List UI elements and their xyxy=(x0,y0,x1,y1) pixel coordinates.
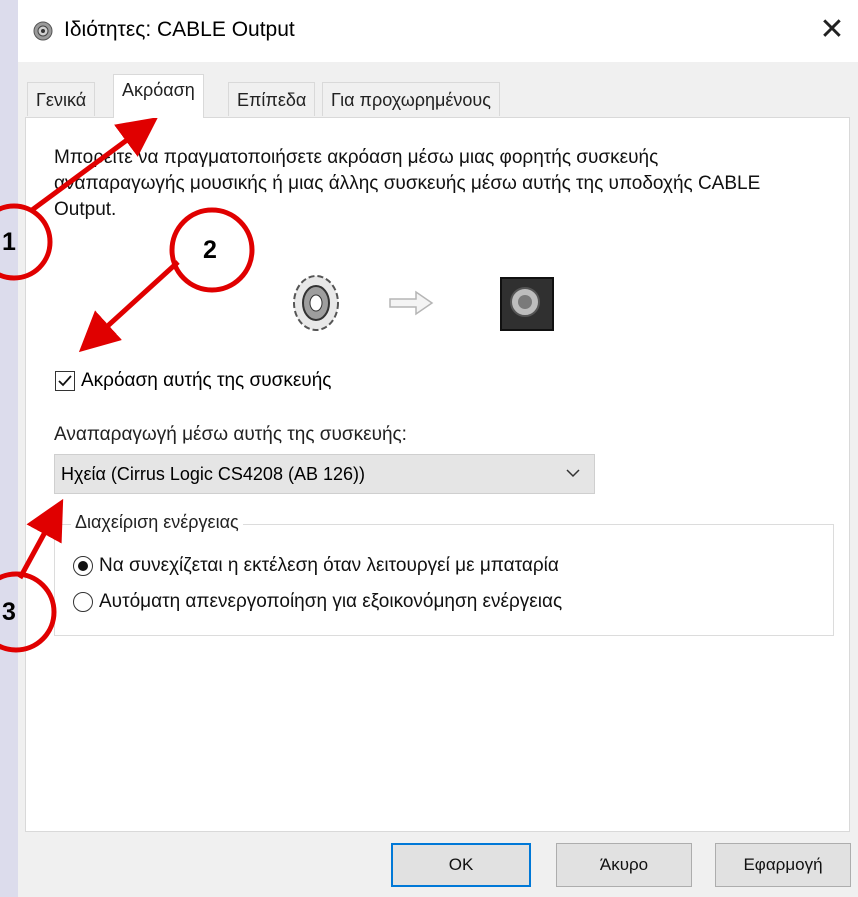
chevron-down-icon xyxy=(566,469,580,478)
checkbox-checked-icon xyxy=(55,371,75,391)
speaker-icon xyxy=(500,277,554,331)
tab-general[interactable]: Γενικά xyxy=(27,82,96,116)
radio-keep-running-label: Να συνεχίζεται η εκτέλεση όταν λειτουργε… xyxy=(99,555,559,576)
listen-checkbox[interactable]: Ακρόαση αυτής της συσκευής xyxy=(55,370,331,392)
radio-auto-disable[interactable]: Αυτόματη απενεργοποίηση για εξοικονόμηση… xyxy=(73,591,562,613)
tab-levels[interactable]: Επίπεδα xyxy=(228,82,316,116)
listen-checkbox-label: Ακρόαση αυτής της συσκευής xyxy=(81,370,332,391)
radio-selected-icon xyxy=(73,556,93,576)
tab-advanced[interactable]: Για προχωρημένους xyxy=(322,82,500,116)
power-management-group: Διαχείριση ενέργειας Να συνεχίζεται η εκ… xyxy=(54,512,834,636)
cancel-button[interactable]: Άκυρο xyxy=(556,843,692,887)
annotation-number-1: 1 xyxy=(2,228,16,256)
speaker-properties-icon xyxy=(32,20,54,42)
arrow-right-icon xyxy=(389,290,434,316)
playback-device-value: Ηχεία (Cirrus Logic CS4208 (AB 126)) xyxy=(61,463,365,484)
listen-description: Μπορείτε να πραγματοποιήσετε ακρόαση μέσ… xyxy=(54,147,761,220)
radio-unselected-icon xyxy=(73,592,93,612)
ok-button[interactable]: OK xyxy=(391,843,531,887)
tab-listen[interactable]: Ακρόαση xyxy=(113,74,204,118)
radio-keep-running[interactable]: Να συνεχίζεται η εκτέλεση όταν λειτουργε… xyxy=(73,555,559,577)
title-bar: Ιδιότητες: CABLE Output ✕ xyxy=(18,0,858,62)
radio-auto-disable-label: Αυτόματη απενεργοποίηση για εξοικονόμηση… xyxy=(99,591,563,612)
annotation-number-2: 2 xyxy=(203,236,217,264)
playback-label: Αναπαραγωγή μέσω αυτής της συσκευής: xyxy=(54,424,407,445)
apply-button[interactable]: Εφαρμογή xyxy=(715,843,851,887)
power-group-label: Διαχείριση ενέργειας xyxy=(71,512,243,533)
window-title: Ιδιότητες: CABLE Output xyxy=(64,18,295,41)
properties-window: Ιδιότητες: CABLE Output ✕ Γενικά Ακρόαση… xyxy=(18,0,858,897)
listen-panel: Μπορείτε να πραγματοποιήσετε ακρόαση μέσ… xyxy=(25,117,850,832)
annotation-number-3: 3 xyxy=(2,598,16,626)
close-button[interactable]: ✕ xyxy=(806,8,858,52)
close-icon: ✕ xyxy=(819,13,845,46)
playback-device-select[interactable]: Ηχεία (Cirrus Logic CS4208 (AB 126)) xyxy=(54,454,595,494)
cable-device-icon xyxy=(293,275,339,331)
